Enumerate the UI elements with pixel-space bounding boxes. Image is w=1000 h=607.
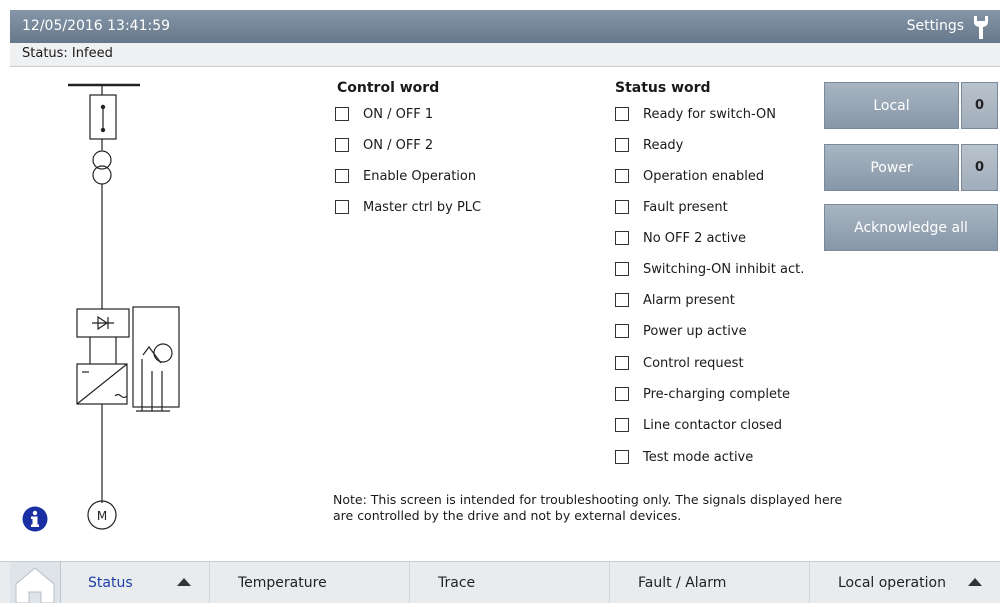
bottom-navigation: Status Temperature Trace Fault / Alarm L…	[0, 561, 1000, 604]
local-indicator: 0	[961, 82, 998, 129]
tab-trace[interactable]: Trace	[410, 562, 610, 603]
wrench-icon[interactable]	[970, 14, 992, 40]
local-button[interactable]: Local	[824, 82, 959, 129]
tab-fault-alarm[interactable]: Fault / Alarm	[610, 562, 810, 603]
status-word-title: Status word	[615, 80, 711, 96]
checkbox[interactable]	[615, 293, 629, 307]
status-word-item[interactable]: Pre-charging complete	[615, 384, 790, 404]
checkbox[interactable]	[615, 107, 629, 121]
status-word-item[interactable]: Test mode active	[615, 447, 753, 467]
title-bar: 12/05/2016 13:41:59 Settings	[10, 10, 1000, 43]
status-word-item[interactable]: Ready	[615, 135, 683, 155]
acknowledge-all-button[interactable]: Acknowledge all	[824, 204, 998, 251]
status-word-item[interactable]: Line contactor closed	[615, 415, 782, 435]
status-text: Status: Infeed	[22, 46, 113, 61]
checkbox[interactable]	[615, 138, 629, 152]
power-indicator: 0	[961, 144, 998, 191]
checkbox[interactable]	[615, 356, 629, 370]
control-word-item[interactable]: Master ctrl by PLC	[335, 197, 481, 217]
status-word-item[interactable]: Operation enabled	[615, 166, 764, 186]
status-word-item[interactable]: Alarm present	[615, 290, 735, 310]
chevron-up-icon	[968, 578, 982, 586]
control-word-item[interactable]: ON / OFF 2	[335, 135, 433, 155]
troubleshooting-note: Note: This screen is intended for troubl…	[333, 492, 843, 523]
status-word-item[interactable]: Control request	[615, 353, 744, 373]
status-word-item[interactable]: Ready for switch-ON	[615, 104, 776, 124]
status-word-item[interactable]: Fault present	[615, 197, 728, 217]
control-word-item[interactable]: Enable Operation	[335, 166, 476, 186]
status-word-item[interactable]: No OFF 2 active	[615, 228, 746, 248]
checkbox[interactable]	[615, 324, 629, 338]
control-word-title: Control word	[337, 80, 440, 96]
datetime: 12/05/2016 13:41:59	[22, 18, 171, 34]
control-word-item[interactable]: ON / OFF 1	[335, 104, 433, 124]
chevron-up-icon	[177, 578, 191, 586]
checkbox[interactable]	[335, 107, 349, 121]
info-icon[interactable]	[22, 506, 48, 532]
status-word-item[interactable]: Power up active	[615, 321, 747, 341]
checkbox[interactable]	[335, 169, 349, 183]
tab-local-operation[interactable]: Local operation	[810, 562, 1000, 603]
checkbox[interactable]	[335, 200, 349, 214]
home-button[interactable]	[10, 562, 61, 604]
tab-temperature[interactable]: Temperature	[210, 562, 410, 603]
checkbox[interactable]	[615, 418, 629, 432]
home-icon	[15, 567, 55, 604]
checkbox[interactable]	[615, 231, 629, 245]
motor-label: M	[97, 509, 107, 523]
status-bar: Status: Infeed	[10, 43, 1000, 67]
status-word-item[interactable]: Switching-ON inhibit act.	[615, 259, 804, 279]
checkbox[interactable]	[615, 450, 629, 464]
single-line-diagram: M	[68, 83, 180, 530]
power-button[interactable]: Power	[824, 144, 959, 191]
tab-status[interactable]: Status	[60, 562, 210, 603]
checkbox[interactable]	[335, 138, 349, 152]
checkbox[interactable]	[615, 200, 629, 214]
checkbox[interactable]	[615, 262, 629, 276]
checkbox[interactable]	[615, 169, 629, 183]
settings-link[interactable]: Settings	[907, 18, 964, 34]
checkbox[interactable]	[615, 387, 629, 401]
